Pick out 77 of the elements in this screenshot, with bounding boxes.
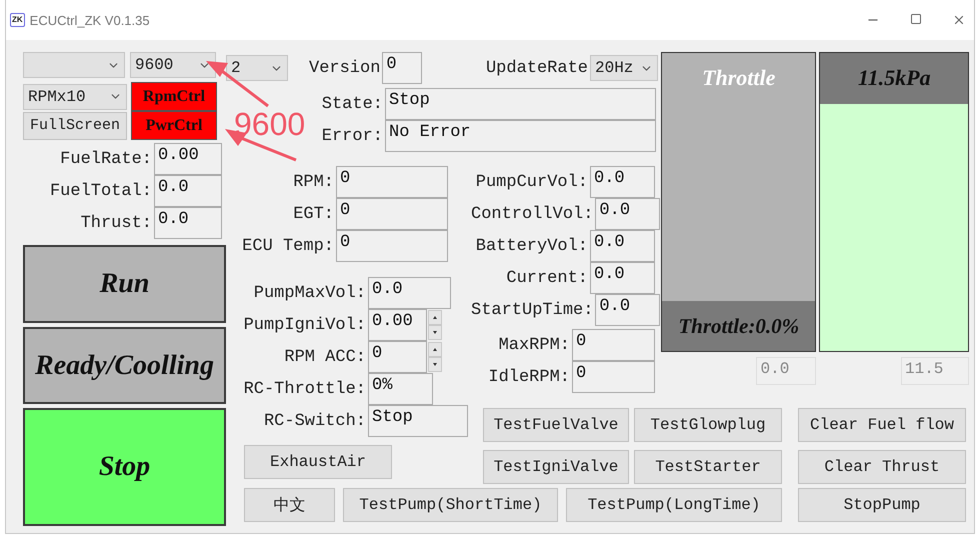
port-combo[interactable]: 9600 (130, 52, 216, 78)
fullscreen-button[interactable]: FullScreen (23, 112, 127, 140)
setting-field[interactable]: 0.00 (368, 309, 427, 341)
test-button[interactable]: TestStarter (634, 450, 782, 484)
spin-arrows-icon[interactable] (428, 310, 442, 340)
engine-button[interactable]: Run (23, 245, 226, 323)
field-label: PumpMaxVol: (254, 284, 366, 302)
pwr-ctrl-button[interactable]: PwrCtrl (131, 111, 217, 140)
gauge-reading: 11.5 (901, 357, 969, 385)
close-icon[interactable] (952, 13, 966, 27)
voltage-field[interactable]: 0.0 (590, 230, 655, 262)
voltage-field[interactable]: 0.0 (590, 166, 655, 198)
rpm-limit-field[interactable]: 0 (572, 361, 655, 393)
field-label: Current: (506, 268, 588, 288)
field-label: PumpIgniVol: (244, 316, 366, 334)
field-label: Thrust: (80, 214, 152, 232)
stat-field[interactable]: 0.00 (154, 143, 222, 175)
maximize-icon[interactable] (910, 13, 922, 25)
field-label: ECU Temp: (242, 236, 334, 256)
reading-field[interactable]: 0 (336, 198, 448, 230)
field-label: StartUpTime: (471, 300, 594, 320)
field-label: RC-Throttle: (244, 380, 366, 398)
clear-button[interactable]: Clear Thrust (798, 450, 966, 484)
reading-field[interactable]: 0 (336, 166, 448, 198)
stat-field[interactable]: 0.0 (154, 175, 222, 207)
rpm-ctrl-button[interactable]: RpmCtrl (131, 82, 217, 111)
gauge-caption: Throttle:0.0% (678, 314, 800, 339)
version-field[interactable]: 0 (382, 52, 422, 84)
field-label: ControllVol: (471, 204, 594, 224)
rpm-limit-field[interactable]: 0 (572, 329, 655, 361)
pump-button[interactable]: TestPump(LongTime) (566, 488, 782, 522)
field-label: Version (309, 58, 382, 78)
setting-field[interactable]: 0 (368, 341, 427, 373)
stat-field[interactable]: 0.0 (154, 207, 222, 239)
setting-field[interactable]: 0.0 (368, 277, 451, 309)
field-label: RPM ACC: (284, 348, 366, 366)
gauge-reading: 0.0 (756, 357, 816, 385)
field-label: State: (322, 94, 383, 114)
language-button[interactable]: 中文 (244, 488, 335, 522)
gauge-title: Throttle (702, 65, 776, 91)
test-button[interactable]: TestGlowplug (634, 408, 782, 442)
field-label: BatteryVol: (476, 236, 588, 256)
setting-field[interactable]: Stop (368, 405, 468, 437)
app-logo: ZK (10, 13, 25, 27)
field-label: FuelRate: (60, 150, 152, 168)
status-field[interactable]: Stop (385, 88, 656, 120)
field-label: PumpCurVol: (476, 172, 588, 192)
pump-button[interactable]: TestPump(ShortTime) (343, 488, 558, 522)
channel-combo[interactable]: 2 (226, 55, 288, 81)
field-label: FuelTotal: (50, 182, 152, 200)
voltage-field[interactable]: 0.0 (590, 262, 655, 294)
field-label: IdleRPM: (488, 368, 570, 386)
pump-button[interactable]: StopPump (798, 488, 966, 522)
spin-arrows-icon[interactable] (428, 342, 442, 372)
field-label: EGT: (293, 204, 334, 224)
field-label: RC-Switch: (264, 412, 366, 430)
field-label: RPM: (293, 172, 334, 192)
clear-button[interactable]: Clear Fuel flow (798, 408, 966, 442)
gauge-title: 11.5kPa (858, 65, 931, 91)
test-button[interactable]: TestFuelValve (483, 408, 629, 442)
exhaust-air-button[interactable]: ExhaustAir (244, 445, 392, 479)
annotation-label: 9600 (234, 108, 306, 140)
voltage-field[interactable]: 0.0 (595, 294, 660, 326)
unit-combo[interactable]: RPMx10 (23, 84, 127, 110)
engine-button[interactable]: Ready/Coolling (23, 327, 226, 404)
window-title: ECUCtrl_ZK V0.1.35 (30, 12, 150, 28)
status-field[interactable]: No Error (385, 120, 656, 152)
reading-field[interactable]: 0 (336, 230, 448, 262)
field-label: UpdateRate (486, 58, 589, 78)
voltage-field[interactable]: 0.0 (595, 198, 660, 230)
engine-button[interactable]: Stop (23, 408, 226, 526)
field-label: MaxRPM: (498, 336, 570, 354)
test-button[interactable]: TestIgniValve (483, 450, 629, 484)
setting-field[interactable]: 0% (368, 373, 433, 405)
annotation-arrow (206, 61, 269, 108)
update-rate-combo[interactable]: 20Hz (590, 55, 658, 81)
field-label: Error: (322, 126, 383, 146)
